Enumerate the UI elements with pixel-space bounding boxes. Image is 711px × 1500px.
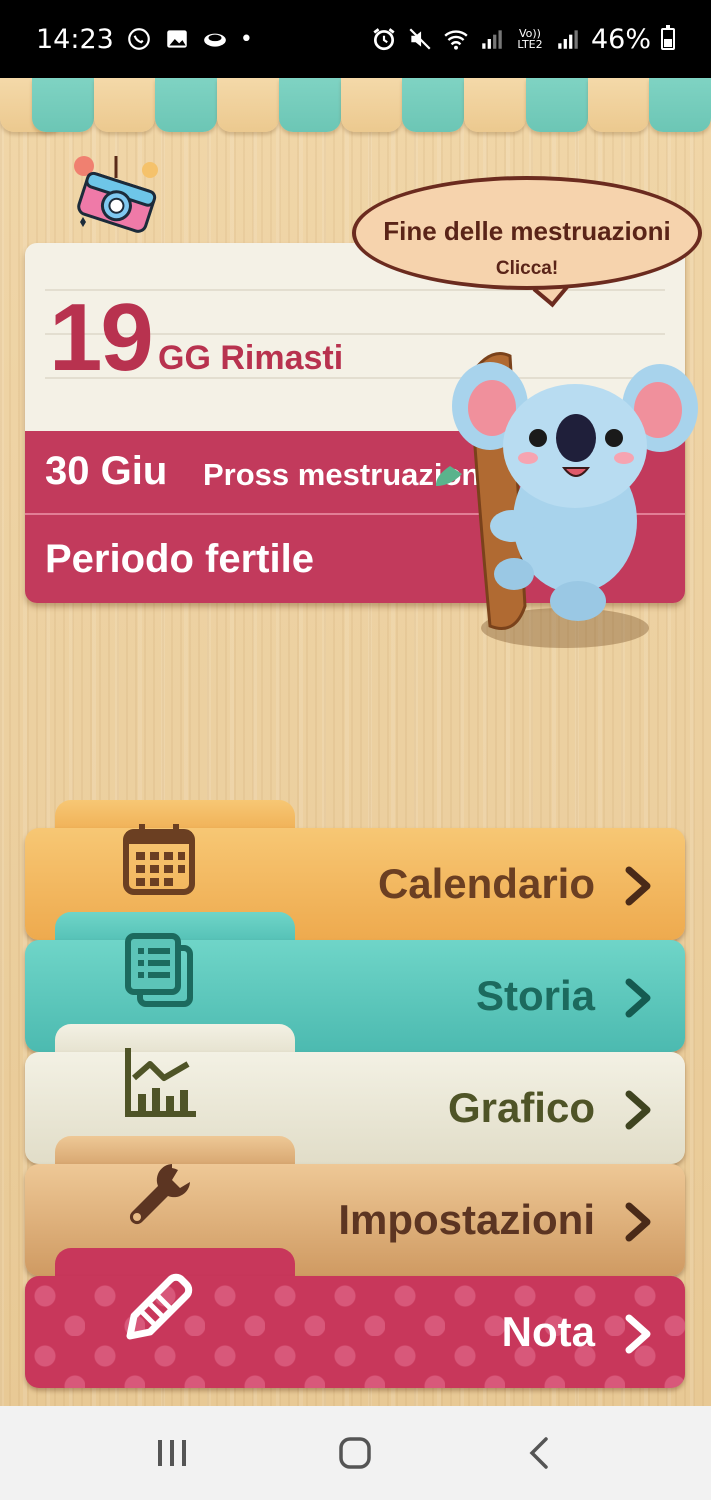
recent-apps-button[interactable] (142, 1423, 202, 1483)
system-nav-bar (0, 1406, 711, 1500)
more-notifications-dot: • (239, 26, 253, 52)
bubble-subtitle: Clicca! (495, 258, 559, 279)
chevron-right-icon (625, 866, 651, 906)
alarm-icon (373, 28, 395, 51)
menu-history-label: Storia (475, 972, 595, 1019)
menu-note-label: Nota (501, 1308, 595, 1355)
menu-calendar[interactable]: Calendario (25, 800, 685, 940)
history-icon (125, 933, 193, 1007)
wrench-icon (129, 1164, 190, 1225)
signal-icon (482, 30, 502, 49)
wifi-icon (444, 30, 468, 50)
mute-icon (409, 28, 431, 50)
status-bar: 14:23 • Vo)) LTE2 46% (0, 0, 711, 78)
menu-chart-label: Grafico (447, 1084, 595, 1131)
whatsapp-icon (127, 28, 150, 50)
chevron-right-icon (625, 978, 651, 1018)
network-type: Vo)) LTE2 (517, 27, 543, 51)
app-screen: 19 GG Rimasti 30 Giu Pross mestruazioni … (0, 78, 711, 1406)
gallery-icon (167, 30, 187, 48)
battery-percent: 46% (590, 23, 651, 55)
bubble-title: Fine delle mestruazioni (383, 216, 671, 246)
signal-2-icon (558, 30, 578, 49)
chevron-right-icon (625, 1314, 651, 1354)
menu-calendar-label: Calendario (377, 860, 595, 907)
recent-apps-icon (157, 1440, 186, 1466)
days-left-unit: GG Rimasti (158, 339, 344, 377)
next-period-date: 30 Giu (45, 449, 168, 493)
chevron-right-icon (625, 1090, 651, 1130)
calendar-icon (123, 824, 195, 895)
menu-settings[interactable]: Impostazioni (25, 1136, 685, 1276)
camera-icon[interactable] (72, 156, 164, 236)
pencil-icon (126, 1273, 193, 1340)
menu-history[interactable]: Storia (25, 912, 685, 1052)
battery-icon (661, 25, 675, 50)
end-period-bubble[interactable]: Fine delle mestruazioni Clicca! (352, 176, 702, 290)
home-icon (339, 1437, 372, 1469)
awning-decoration (0, 78, 711, 132)
fertile-period-label: Periodo fertile (45, 537, 314, 581)
menu-note[interactable]: Nota (25, 1248, 685, 1388)
app-notification-icon (203, 33, 226, 47)
chevron-right-icon (625, 1202, 651, 1242)
menu-settings-label: Impostazioni (338, 1196, 595, 1243)
days-left-number: 19 (49, 284, 154, 391)
home-button[interactable] (325, 1423, 385, 1483)
menu-chart[interactable]: Grafico (25, 1024, 685, 1164)
chart-icon (125, 1048, 196, 1117)
status-time: 14:23 (36, 23, 114, 55)
back-button[interactable] (509, 1423, 569, 1483)
back-icon (529, 1437, 548, 1469)
koala-mascot-icon (435, 352, 698, 648)
